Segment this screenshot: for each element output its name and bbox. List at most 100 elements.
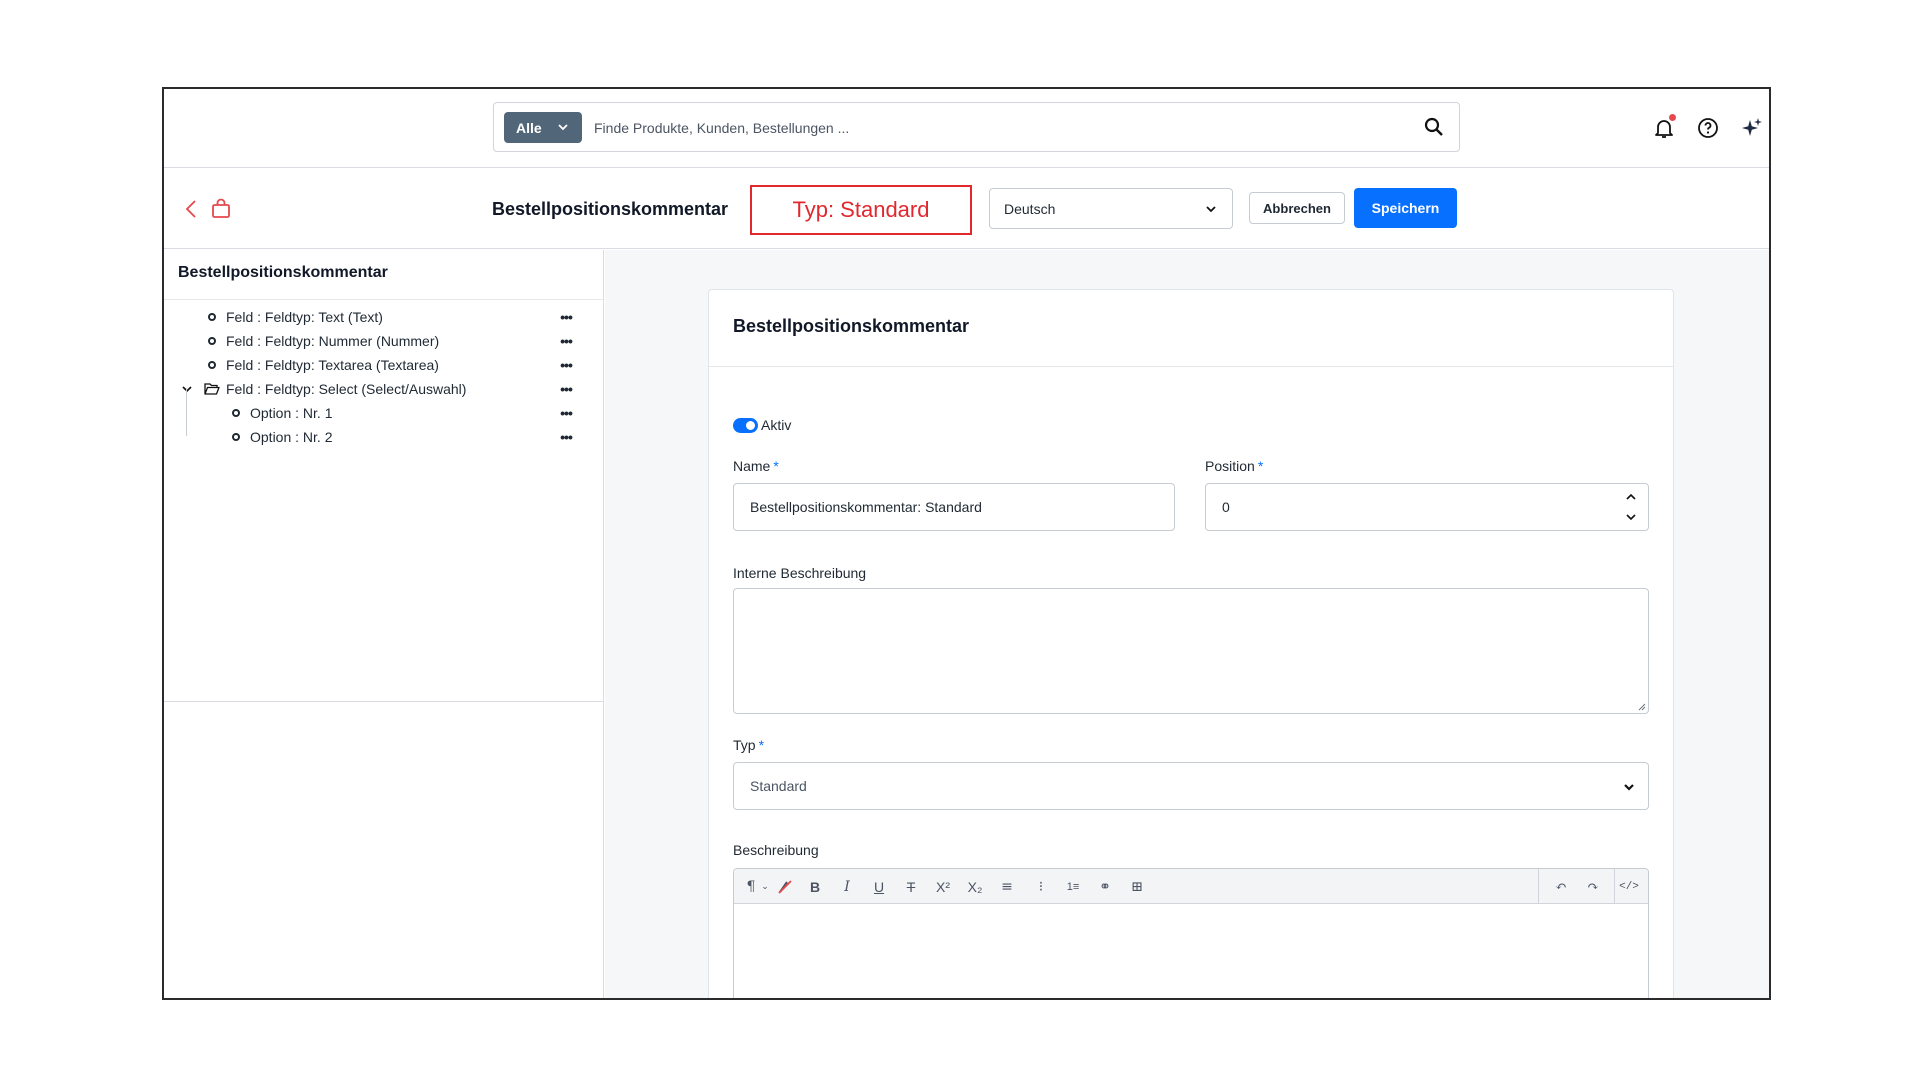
bold-icon[interactable]: B bbox=[806, 878, 824, 896]
active-label: Aktiv bbox=[761, 417, 792, 433]
cancel-button[interactable]: Abbrechen bbox=[1249, 192, 1345, 224]
chevron-down-icon bbox=[1206, 206, 1216, 213]
tree-item-folder[interactable]: Feld : Feldtyp: Select (Select/Auswahl) bbox=[204, 379, 466, 399]
bullet-icon bbox=[208, 313, 216, 321]
sidebar: Bestellpositionskommentar Feld : Feldtyp… bbox=[164, 250, 604, 998]
type-value: Standard bbox=[750, 778, 807, 794]
required-mark: * bbox=[1257, 458, 1264, 474]
divider bbox=[164, 299, 603, 300]
search-category-dropdown[interactable]: Alle bbox=[504, 112, 582, 143]
type-label: Typ * bbox=[733, 737, 764, 753]
shopping-bag-icon[interactable] bbox=[210, 198, 232, 220]
page-header: Bestellpositionskommentar Typ: Standard … bbox=[164, 169, 1769, 249]
language-value: Deutsch bbox=[1004, 200, 1056, 217]
notifications-button[interactable] bbox=[1652, 114, 1676, 140]
sparkle-icon bbox=[1742, 118, 1762, 136]
chevron-down-icon[interactable] bbox=[180, 382, 194, 396]
more-icon[interactable]: ••• bbox=[558, 331, 574, 351]
app-window: Alle Bestellpositionskommentar Typ: Stan… bbox=[162, 87, 1771, 1000]
tree-item[interactable]: Feld : Feldtyp: Nummer (Nummer) bbox=[208, 331, 439, 351]
form-card: Bestellpositionskommentar Aktiv Name * Be… bbox=[708, 289, 1674, 998]
clear-format-icon[interactable] bbox=[776, 878, 794, 896]
underline-icon[interactable]: U bbox=[870, 878, 888, 896]
tree-item-label: Feld : Feldtyp: Text (Text) bbox=[226, 309, 383, 325]
description-label: Beschreibung bbox=[733, 842, 819, 858]
resize-handle-icon[interactable] bbox=[1638, 703, 1646, 711]
language-select[interactable]: Deutsch bbox=[989, 188, 1233, 229]
more-icon[interactable]: ••• bbox=[558, 403, 574, 423]
position-label: Position * bbox=[1205, 458, 1263, 474]
superscript-icon[interactable]: X² bbox=[934, 878, 952, 896]
back-icon[interactable] bbox=[182, 198, 202, 220]
save-button[interactable]: Speichern bbox=[1354, 188, 1457, 228]
chevron-down-icon bbox=[1624, 784, 1634, 791]
tree-item-label: Option : Nr. 2 bbox=[250, 429, 333, 445]
help-icon bbox=[1698, 118, 1718, 138]
position-value: 0 bbox=[1222, 499, 1230, 515]
code-view-icon[interactable]: </> bbox=[1619, 878, 1639, 896]
active-toggle[interactable] bbox=[733, 418, 758, 433]
global-search: Alle bbox=[493, 102, 1460, 152]
tree-item[interactable]: Option : Nr. 1 bbox=[232, 403, 332, 423]
sidebar-title: Bestellpositionskommentar bbox=[178, 264, 388, 281]
position-stepper[interactable]: 0 bbox=[1205, 483, 1649, 531]
more-icon[interactable]: ••• bbox=[558, 307, 574, 327]
internal-description-field[interactable] bbox=[733, 588, 1649, 714]
required-mark: * bbox=[758, 737, 765, 753]
toolbar-separator bbox=[1614, 869, 1615, 904]
search-icon[interactable] bbox=[1423, 116, 1445, 138]
description-editor[interactable]: ¶ ⌄ B I U T X² X₂ ≡ ⁝ 1≡ ⚭ ⊞ ↶ ↷ </> bbox=[733, 868, 1649, 998]
undo-icon[interactable]: ↶ bbox=[1552, 878, 1570, 896]
tree-item-label: Feld : Feldtyp: Select (Select/Auswahl) bbox=[226, 381, 467, 397]
name-label-text: Name bbox=[733, 458, 771, 474]
position-label-text: Position bbox=[1205, 458, 1255, 474]
search-input[interactable] bbox=[594, 112, 1394, 143]
more-icon[interactable]: ••• bbox=[558, 427, 574, 447]
page-title: Bestellpositionskommentar bbox=[492, 199, 729, 219]
divider bbox=[164, 701, 603, 702]
bullet-icon bbox=[232, 433, 240, 441]
more-icon[interactable]: ••• bbox=[558, 355, 574, 375]
tree-item-label: Feld : Feldtyp: Nummer (Nummer) bbox=[226, 333, 440, 349]
link-icon[interactable]: ⚭ bbox=[1096, 878, 1114, 896]
bullet-icon bbox=[208, 361, 216, 369]
redo-icon[interactable]: ↷ bbox=[1584, 878, 1602, 896]
stepper-arrows-icon[interactable] bbox=[1624, 490, 1638, 524]
unordered-list-icon[interactable]: ⁝ bbox=[1032, 878, 1050, 896]
tree-item[interactable]: Feld : Feldtyp: Textarea (Textarea) bbox=[208, 355, 439, 375]
bullet-icon bbox=[232, 409, 240, 417]
align-icon[interactable]: ≡ bbox=[998, 878, 1016, 896]
ai-assistant-button[interactable] bbox=[1740, 116, 1764, 140]
folder-open-icon bbox=[204, 383, 220, 395]
name-field[interactable]: Bestellpositionskommentar: Standard bbox=[733, 483, 1175, 531]
name-value: Bestellpositionskommentar: Standard bbox=[750, 499, 982, 515]
tree-item-label: Feld : Feldtyp: Textarea (Textarea) bbox=[226, 357, 439, 373]
required-mark: * bbox=[773, 458, 779, 474]
chevron-down-icon[interactable]: ⌄ bbox=[756, 878, 774, 896]
type-label-text: Typ bbox=[733, 737, 756, 753]
top-bar: Alle bbox=[164, 89, 1769, 168]
chevron-down-icon bbox=[558, 124, 568, 131]
type-select[interactable]: Standard bbox=[733, 762, 1649, 810]
tree-line bbox=[186, 388, 187, 436]
divider bbox=[709, 366, 1673, 367]
internal-description-label: Interne Beschreibung bbox=[733, 565, 867, 581]
italic-icon[interactable]: I bbox=[838, 878, 856, 896]
name-label: Name * bbox=[733, 458, 779, 474]
ordered-list-icon[interactable]: 1≡ bbox=[1064, 878, 1082, 896]
toolbar-separator bbox=[1538, 869, 1539, 904]
bullet-icon bbox=[208, 337, 216, 345]
tree-item[interactable]: Option : Nr. 2 bbox=[232, 427, 332, 447]
type-badge: Typ: Standard bbox=[750, 185, 972, 235]
more-icon[interactable]: ••• bbox=[558, 379, 574, 399]
help-button[interactable] bbox=[1696, 116, 1720, 140]
search-category-label: Alle bbox=[516, 119, 542, 136]
subscript-icon[interactable]: X₂ bbox=[966, 878, 984, 896]
card-title: Bestellpositionskommentar bbox=[733, 316, 970, 336]
table-icon[interactable]: ⊞ bbox=[1128, 878, 1146, 896]
strikethrough-icon[interactable]: T bbox=[902, 878, 920, 896]
main-content: Bestellpositionskommentar Aktiv Name * Be… bbox=[605, 250, 1769, 998]
notification-dot bbox=[1669, 114, 1676, 121]
tree-item[interactable]: Feld : Feldtyp: Text (Text) bbox=[208, 307, 383, 327]
editor-toolbar: ¶ ⌄ B I U T X² X₂ ≡ ⁝ 1≡ ⚭ ⊞ ↶ ↷ </> bbox=[734, 869, 1648, 904]
